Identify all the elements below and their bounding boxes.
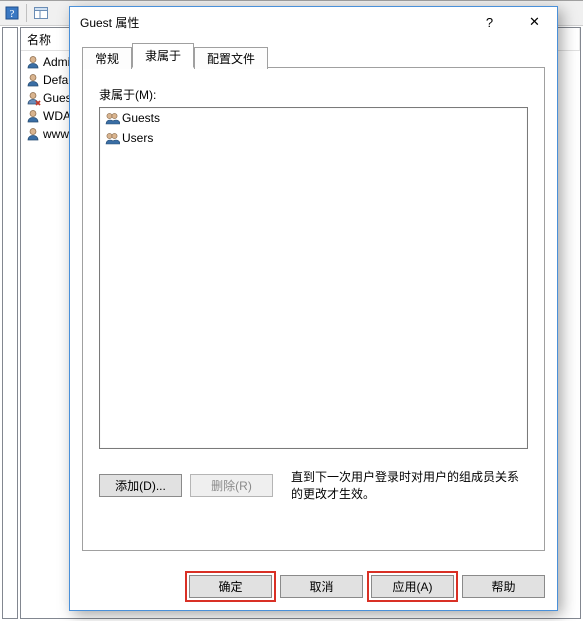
list-item[interactable]: Users (100, 128, 527, 148)
group-name: Guests (122, 111, 160, 125)
tab-label: 常规 (95, 52, 119, 66)
list-item-label: Gues (41, 91, 72, 105)
user-icon (25, 126, 41, 142)
group-name: Users (122, 131, 153, 145)
ok-button[interactable]: 确定 (189, 575, 272, 598)
dialog-footer: 确定 取消 应用(A) 帮助 (70, 563, 557, 610)
apply-button[interactable]: 应用(A) (371, 575, 454, 598)
tree-pane[interactable] (2, 27, 18, 619)
list-item-label: WDA (41, 109, 71, 123)
list-item[interactable]: Guests (100, 108, 527, 128)
toolbar-separator (26, 4, 27, 22)
cancel-button[interactable]: 取消 (280, 575, 363, 598)
tab-memberof[interactable]: 隶属于 (132, 43, 194, 68)
tab-general[interactable]: 常规 (82, 47, 132, 69)
tab-profile[interactable]: 配置文件 (194, 47, 268, 69)
titlebar-buttons: ? ✕ (467, 7, 557, 37)
tab-label: 配置文件 (207, 52, 255, 66)
help-button[interactable]: 帮助 (462, 575, 545, 598)
help-icon: ? (486, 15, 493, 30)
list-item-label: Admi (41, 55, 70, 69)
properties-dialog: Guest 属性 ? ✕ 常规 隶属于 配置文件 隶属于(M): (69, 6, 558, 611)
button-label: 取消 (309, 578, 333, 595)
add-button[interactable]: 添加(D)... (99, 474, 182, 497)
tabpanel-memberof: 隶属于(M): Guests (82, 67, 545, 551)
logon-note: 直到下一次用户登录时对用户的组成员关系的更改才生效。 (281, 469, 528, 503)
help-toolbar-icon[interactable]: ? (2, 3, 22, 23)
view-toolbar-icon[interactable] (31, 3, 51, 23)
user-icon (25, 72, 41, 88)
add-remove-row: 添加(D)... 删除(R) 直到下一次用户登录时对用户的组成员关系的更改才生效… (99, 469, 528, 503)
context-help-button[interactable]: ? (467, 7, 512, 37)
remove-button: 删除(R) (190, 474, 273, 497)
dialog-title: Guest 属性 (80, 14, 467, 31)
tab-label: 隶属于 (145, 49, 181, 63)
close-button[interactable]: ✕ (512, 7, 557, 37)
group-icon (104, 130, 122, 146)
dialog-body: 常规 隶属于 配置文件 隶属于(M): (70, 37, 557, 563)
button-label: 帮助 (491, 578, 515, 595)
close-icon: ✕ (529, 14, 540, 30)
button-label: 应用(A) (393, 578, 433, 595)
button-label: 确定 (218, 578, 242, 595)
button-label: 添加(D)... (115, 477, 166, 494)
column-name-label: 名称 (27, 31, 51, 48)
user-icon (25, 54, 41, 70)
svg-text:?: ? (10, 8, 15, 20)
group-icon (104, 110, 122, 126)
list-item-label: Defa (41, 73, 68, 87)
user-icon (25, 108, 41, 124)
memberof-list[interactable]: Guests Users (99, 107, 528, 449)
list-item-label: www. (41, 127, 72, 141)
memberof-label: 隶属于(M): (99, 86, 528, 103)
button-label: 删除(R) (211, 477, 252, 494)
titlebar[interactable]: Guest 属性 ? ✕ (70, 7, 557, 37)
tabstrip: 常规 隶属于 配置文件 (82, 43, 545, 67)
user-disabled-icon (25, 90, 41, 106)
